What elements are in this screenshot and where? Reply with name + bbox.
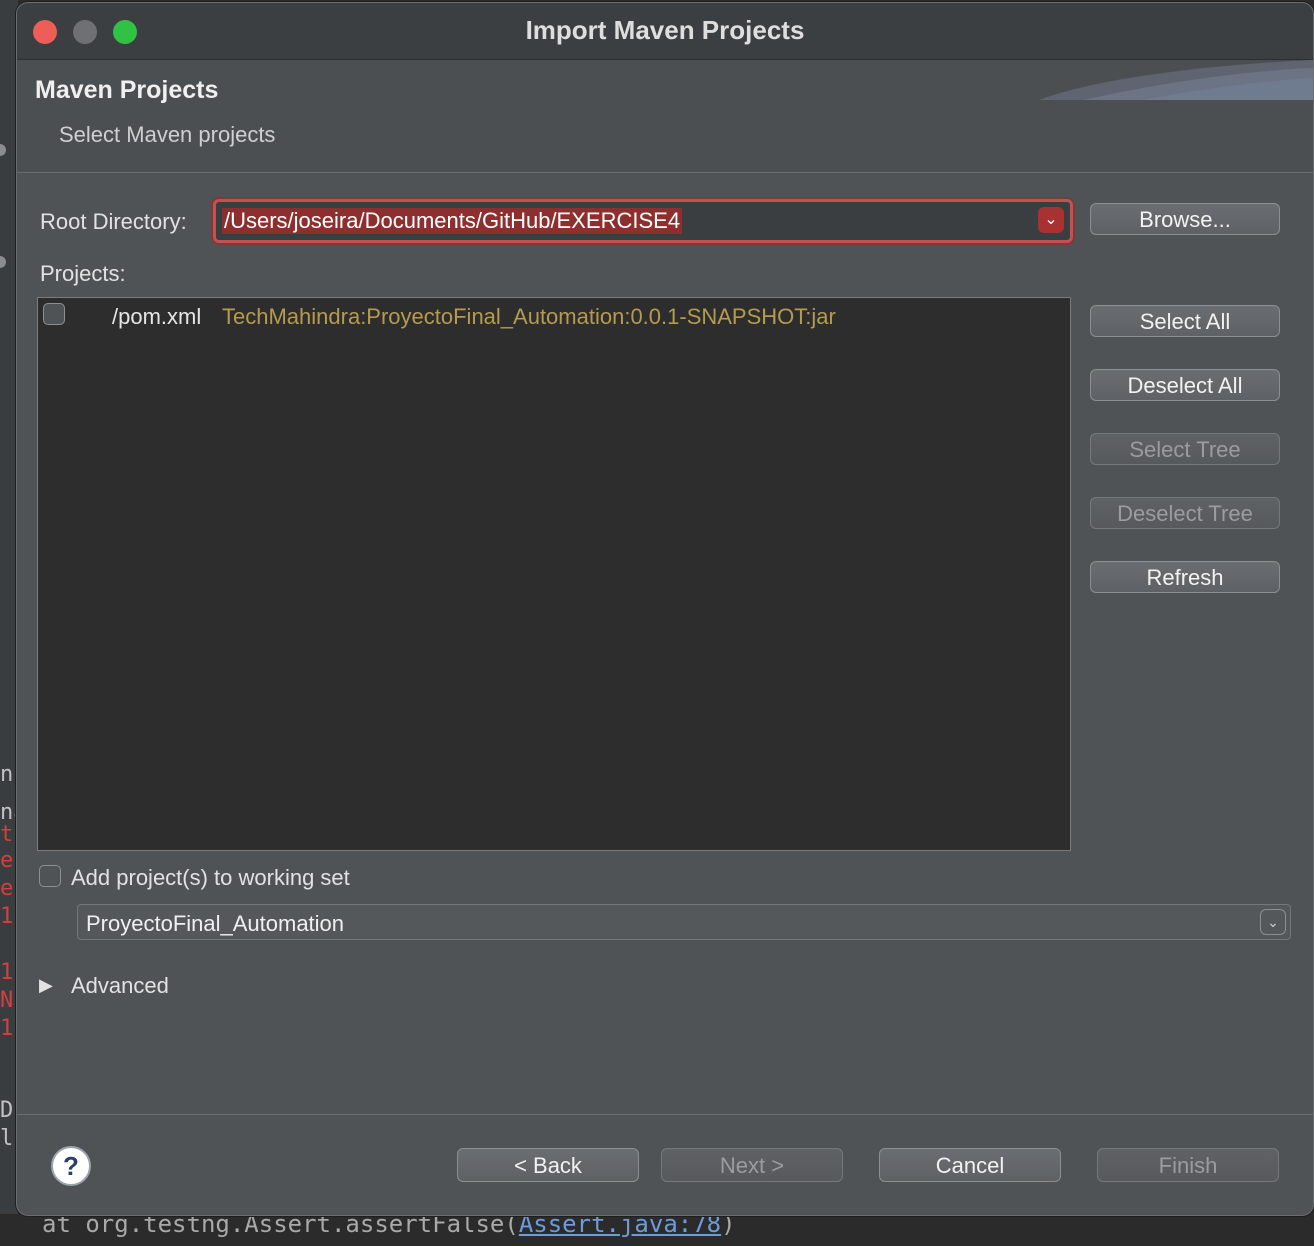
project-path: /pom.xml (112, 304, 202, 329)
import-maven-dialog: Import Maven Projects Maven Projects Sel… (16, 2, 1314, 1216)
root-directory-combo[interactable]: /Users/joseira/Documents/GitHub/EXERCISE… (213, 199, 1073, 243)
title-bar: Import Maven Projects (17, 3, 1313, 60)
background-text: 1 (0, 904, 14, 929)
triangle-right-icon[interactable]: ▶ (39, 975, 53, 996)
help-icon[interactable]: ? (51, 1146, 91, 1186)
working-set-label[interactable]: Add project(s) to working set (71, 865, 350, 891)
background-text: 1 (0, 1016, 14, 1041)
cancel-button[interactable]: Cancel (879, 1148, 1061, 1182)
project-row[interactable]: /pom.xml TechMahindra:ProyectoFinal_Auto… (38, 300, 1070, 332)
wizard-header: Maven Projects Select Maven projects (17, 60, 1313, 173)
projects-tree[interactable]: /pom.xml TechMahindra:ProyectoFinal_Auto… (37, 297, 1071, 851)
back-button[interactable]: < Back (457, 1148, 639, 1182)
select-all-button[interactable]: Select All (1090, 305, 1280, 337)
deselect-all-button[interactable]: Deselect All (1090, 369, 1280, 401)
background-text: l (0, 1126, 14, 1151)
background-text: e (0, 876, 14, 901)
deselect-tree-button[interactable]: Deselect Tree (1090, 497, 1280, 529)
background-text: D (0, 1098, 14, 1123)
wizard-page-title: Maven Projects (35, 76, 219, 104)
project-coordinates: TechMahindra:ProyectoFinal_Automation:0.… (222, 304, 836, 329)
refresh-button[interactable]: Refresh (1090, 561, 1280, 593)
working-set-checkbox[interactable] (39, 865, 61, 887)
background-text: e (0, 848, 14, 873)
root-directory-value[interactable]: /Users/joseira/Documents/GitHub/EXERCISE… (222, 208, 683, 234)
next-button[interactable]: Next > (661, 1148, 843, 1182)
project-checkbox[interactable] (43, 303, 65, 325)
projects-label: Projects: (40, 261, 126, 286)
working-set-combo[interactable]: ProyectoFinal_Automation ⌄ (77, 904, 1291, 940)
advanced-section-label[interactable]: Advanced (71, 973, 169, 999)
browse-button[interactable]: Browse... (1090, 203, 1280, 235)
background-text: N (0, 988, 14, 1013)
wizard-banner-graphic (1039, 60, 1313, 100)
window-title: Import Maven Projects (525, 15, 805, 45)
footer-separator (17, 1114, 1313, 1115)
background-text: 1 (0, 960, 14, 985)
chevron-down-icon[interactable]: ⌄ (1038, 207, 1064, 233)
background-text: t (0, 822, 14, 847)
root-directory-label: Root Directory: (40, 209, 187, 234)
select-tree-button[interactable]: Select Tree (1090, 433, 1280, 465)
gutter-marker-icon (0, 256, 6, 268)
wizard-page-description: Select Maven projects (59, 122, 276, 147)
gutter-marker-icon (0, 144, 6, 156)
working-set-value[interactable]: ProyectoFinal_Automation (86, 911, 344, 937)
chevron-down-icon[interactable]: ⌄ (1260, 909, 1286, 935)
background-console: at org.testng.Assert.assertFalse(Assert.… (0, 1210, 1314, 1246)
finish-button[interactable]: Finish (1097, 1148, 1279, 1182)
